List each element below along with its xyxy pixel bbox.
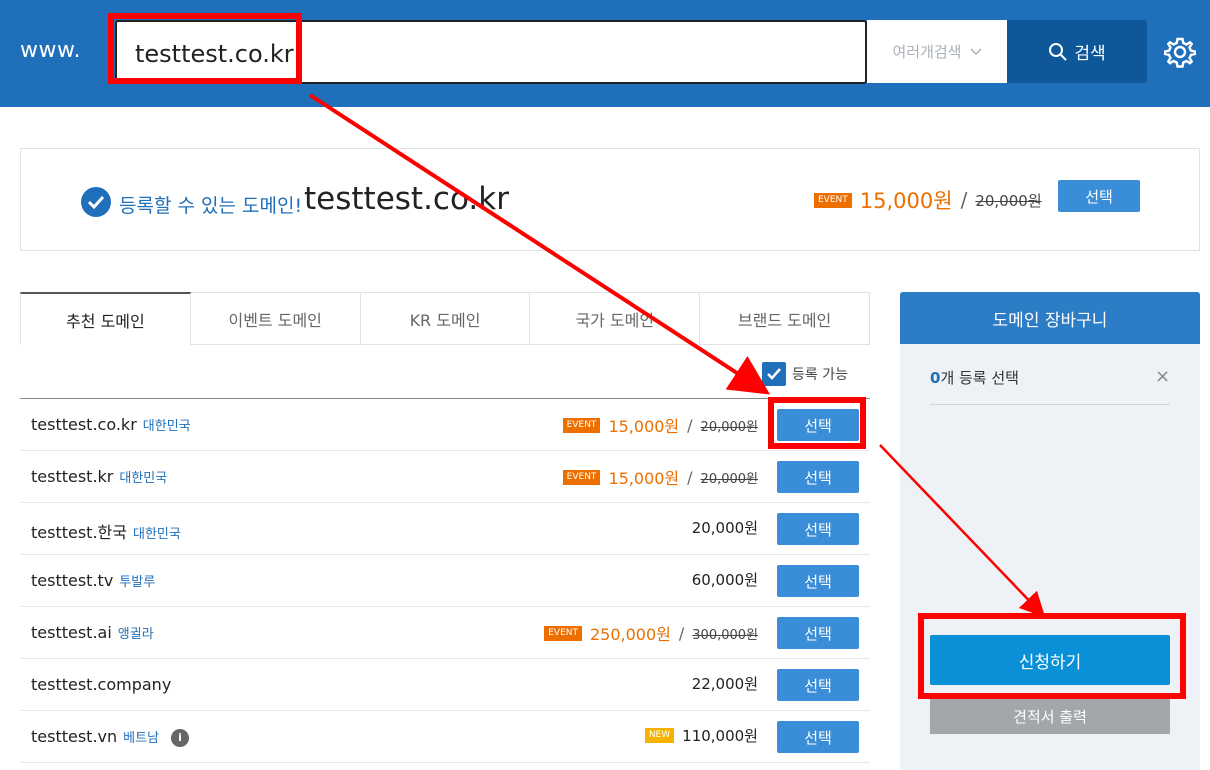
- tab-kr[interactable]: KR 도메인: [360, 292, 531, 345]
- event-badge: EVENT: [562, 469, 601, 485]
- multi-search-label: 여러개검색: [892, 43, 962, 61]
- domain-name: testtest.ai: [31, 623, 112, 642]
- select-button[interactable]: 선택: [777, 721, 859, 753]
- domain-name: testtest.한국: [31, 523, 127, 542]
- country-label: 대한민국: [142, 419, 191, 434]
- available-filter[interactable]: 등록 가능: [762, 362, 848, 386]
- new-badge: NEW: [644, 728, 675, 743]
- tab-brand[interactable]: 브랜드 도메인: [700, 292, 870, 345]
- info-icon[interactable]: i: [171, 728, 190, 747]
- original-price: 20,000원: [700, 419, 758, 435]
- result-domain: testtest.co.kr: [304, 181, 509, 217]
- gear-icon[interactable]: [1164, 36, 1196, 68]
- event-badge: EVENT: [544, 625, 582, 641]
- availability-label: 등록할 수 있는 도메인!: [119, 195, 303, 217]
- print-quote-button[interactable]: 견적서 출력: [930, 698, 1170, 734]
- price: 22,000원: [691, 675, 758, 693]
- select-button[interactable]: 선택: [777, 461, 859, 493]
- check-circle-icon: [81, 187, 111, 217]
- search-icon: [1049, 42, 1068, 61]
- price-separator: /: [687, 467, 693, 487]
- table-row: testtest.ai 앵귈라 EVENT 250,000원 / 300,000원…: [20, 607, 870, 659]
- tab-country[interactable]: 국가 도메인: [530, 292, 701, 345]
- domain-name: testtest.vn: [31, 727, 118, 746]
- cart-title: 도메인 장바구니: [900, 292, 1200, 344]
- event-badge: EVENT: [814, 192, 852, 208]
- original-price: 300,000원: [692, 627, 758, 643]
- domain-list: testtest.co.kr 대한민국 EVENT 15,000원 / 20,00…: [20, 398, 870, 763]
- table-row: testtest.한국 대한민국 20,000원 선택: [20, 503, 870, 555]
- domain-name: testtest.kr: [31, 467, 114, 486]
- table-row: testtest.tv 투발루 60,000원 선택: [20, 555, 870, 607]
- original-price: 20,000원: [700, 471, 758, 487]
- table-row: testtest.vn 베트남 i NEW 110,000원 선택: [20, 711, 870, 763]
- sale-price: 15,000원: [859, 189, 953, 213]
- chevron-down-icon: [969, 47, 982, 55]
- select-button[interactable]: 선택: [777, 565, 859, 597]
- price-separator: /: [678, 623, 685, 643]
- price-separator: /: [960, 188, 968, 212]
- original-price: 20,000원: [975, 191, 1042, 210]
- available-checkbox[interactable]: [762, 362, 786, 386]
- result-price: EVENT 15,000원 / 20,000원: [814, 185, 1042, 215]
- checkmark-icon: [767, 368, 781, 380]
- price: 60,000원: [691, 571, 758, 589]
- multi-search-dropdown[interactable]: 여러개검색: [867, 20, 1007, 83]
- table-row: testtest.company 22,000원 선택: [20, 659, 870, 711]
- price: 20,000원: [691, 519, 758, 537]
- country-label: 대한민국: [119, 471, 168, 486]
- domain-name: testtest.company: [31, 675, 172, 694]
- sale-price: 15,000원: [608, 469, 680, 488]
- sale-price: 250,000원: [590, 625, 671, 644]
- highlight-apply: [918, 613, 1186, 699]
- country-label: 투발루: [119, 575, 156, 590]
- highlight-search-input: [108, 13, 302, 84]
- country-label: 대한민국: [132, 527, 181, 542]
- cart-count-number: 0: [930, 369, 941, 387]
- event-badge: EVENT: [562, 417, 601, 433]
- available-filter-label: 등록 가능: [792, 367, 848, 383]
- tab-event[interactable]: 이벤트 도메인: [190, 292, 361, 345]
- table-row: testtest.co.kr 대한민국 EVENT 15,000원 / 20,00…: [20, 399, 870, 451]
- highlight-row-select: [768, 397, 866, 449]
- search-result-card: 등록할 수 있는 도메인! testtest.co.kr EVENT 15,00…: [20, 148, 1200, 251]
- select-button[interactable]: 선택: [777, 669, 859, 701]
- select-button[interactable]: 선택: [777, 617, 859, 649]
- cart-divider: [930, 404, 1170, 405]
- close-icon[interactable]: ×: [1155, 366, 1170, 387]
- table-row: testtest.kr 대한민국 EVENT 15,000원 / 20,000원 …: [20, 451, 870, 503]
- sale-price: 15,000원: [608, 417, 680, 436]
- cart-count-label: 개 등록 선택: [940, 369, 1019, 387]
- url-prefix: www.: [20, 38, 81, 63]
- price-separator: /: [687, 415, 693, 435]
- select-button[interactable]: 선택: [777, 513, 859, 545]
- tab-recommended[interactable]: 추천 도메인: [20, 292, 191, 345]
- domain-tabs: 추천 도메인 이벤트 도메인 KR 도메인 국가 도메인 브랜드 도메인: [20, 292, 870, 345]
- result-select-button[interactable]: 선택: [1058, 180, 1140, 212]
- domain-name: testtest.tv: [31, 571, 114, 590]
- search-button-label: 검색: [1074, 44, 1106, 64]
- domain-name: testtest.co.kr: [31, 415, 137, 434]
- price: 110,000원: [682, 727, 758, 745]
- search-button[interactable]: 검색: [1007, 20, 1147, 83]
- country-label: 베트남: [123, 731, 160, 746]
- cart-count: 0개 등록 선택: [930, 367, 1019, 388]
- country-label: 앵귈라: [117, 627, 154, 642]
